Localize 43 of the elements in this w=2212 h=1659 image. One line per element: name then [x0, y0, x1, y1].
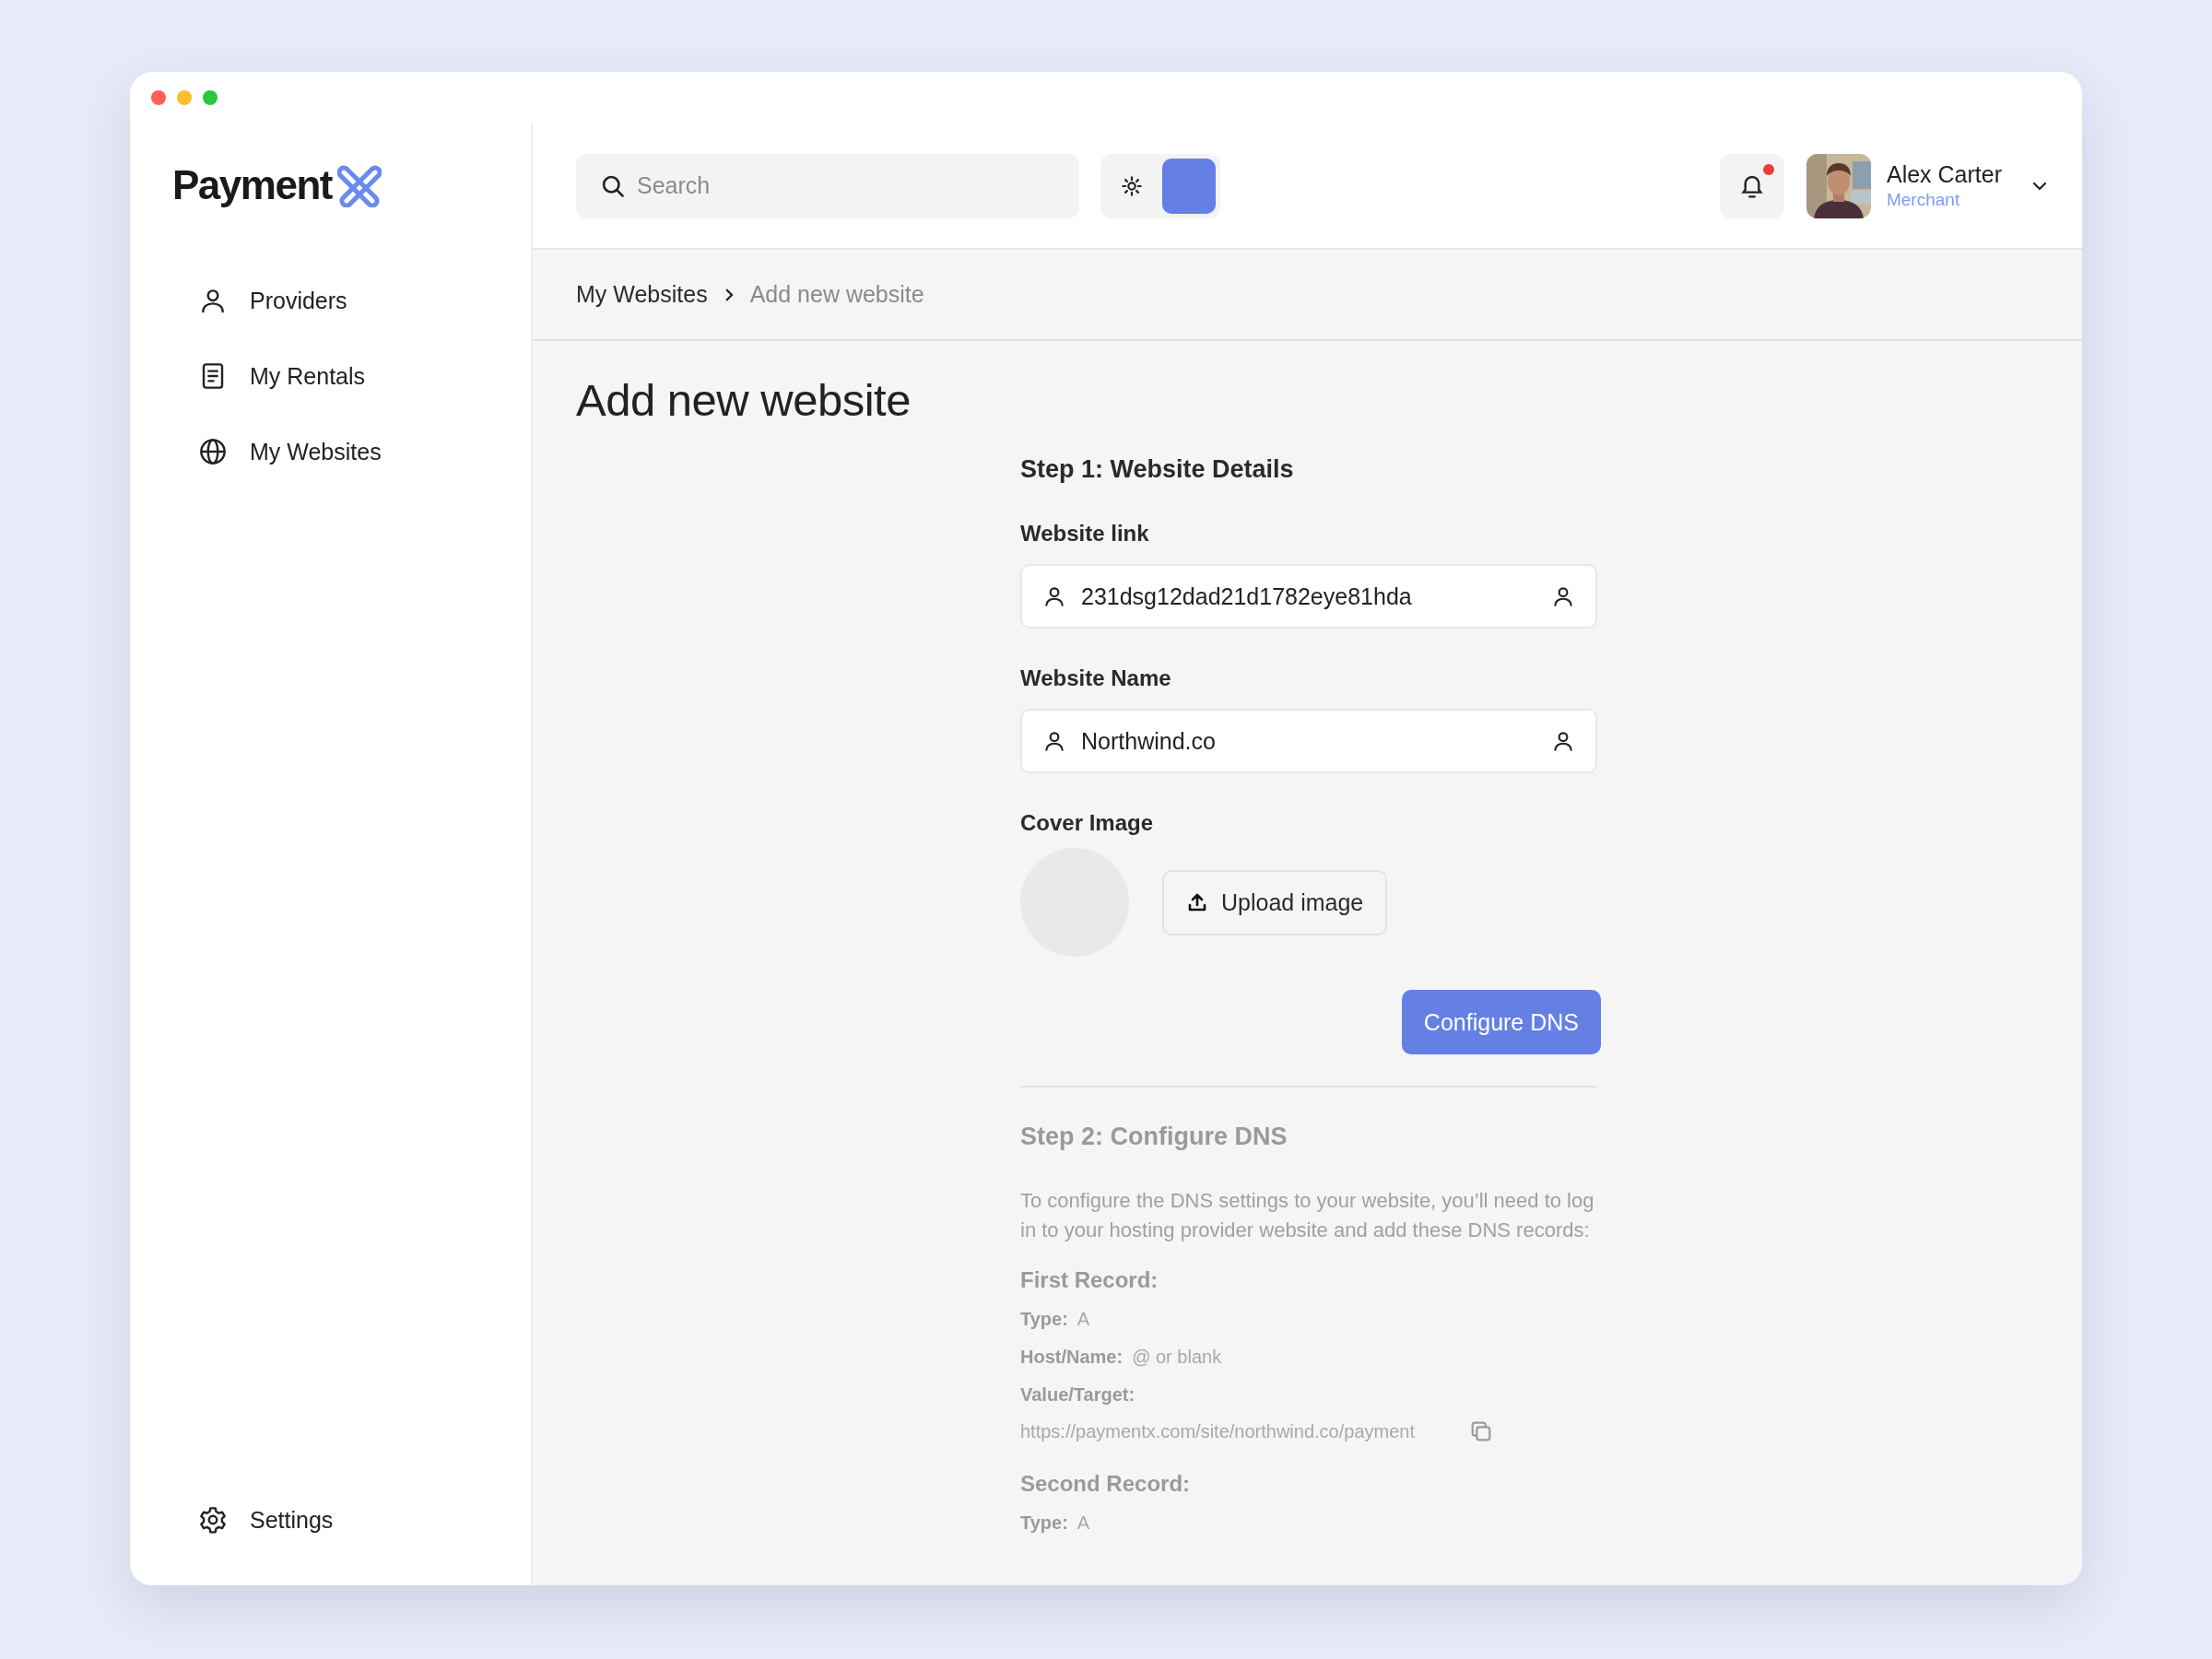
sidebar-item[interactable]: My Rentals: [198, 357, 531, 395]
globe-icon: [198, 437, 228, 466]
person-icon: [1042, 729, 1066, 753]
input-field[interactable]: Northwind.co: [1020, 709, 1597, 773]
sidebar-item[interactable]: Providers: [198, 281, 531, 320]
sidebar-item[interactable]: My Websites: [198, 432, 531, 471]
record-label: Host/Name:: [1020, 1347, 1124, 1368]
window-maximize-button[interactable]: [203, 90, 218, 105]
field-label: Cover Image: [1020, 810, 1155, 836]
window-minimize-button[interactable]: [177, 90, 192, 105]
instructions-text: To configure the DNS settings to your website, you’ll need to log in to your hosting provider website and add these DNS records:: [1020, 1188, 1595, 1243]
upload-icon: [1186, 891, 1208, 913]
step-title: Step 1: Website Details: [1020, 455, 1295, 484]
record-title: First Record:: [1020, 1267, 1159, 1293]
record-label: Value/Target:: [1020, 1383, 1136, 1406]
user-role: Merchant: [1886, 190, 1961, 210]
record-value: @ or blank: [1132, 1347, 1222, 1368]
record-value: https://paymentx.com/site/northwind.co/payment: [1020, 1420, 1415, 1442]
record-title: Second Record:: [1020, 1471, 1192, 1497]
logo-text: Payment: [172, 162, 332, 208]
record-label: Type:: [1020, 1309, 1068, 1330]
logo-icon: [336, 163, 382, 207]
record-value: A: [1077, 1512, 1090, 1534]
person-icon: [1551, 729, 1575, 753]
step-title: Step 2: Configure DNS: [1020, 1123, 1288, 1151]
person-icon: [1551, 584, 1575, 608]
settings-icon: [198, 1505, 228, 1535]
sun-icon: [1122, 175, 1142, 196]
configure-dns-button[interactable]: Configure DNS: [1401, 990, 1601, 1054]
record-value: A: [1077, 1309, 1090, 1330]
page-title: Add new website: [576, 374, 912, 426]
breadcrumb-link[interactable]: My Websites: [576, 281, 708, 308]
input-field[interactable]: 231dsg12dad21d1782eye81hda: [1020, 564, 1597, 629]
settings-link[interactable]: Settings: [172, 1500, 531, 1539]
user-name: Alex Carter: [1886, 161, 2002, 188]
search-field[interactable]: Search: [576, 153, 1079, 218]
field-label: Website Name: [1020, 665, 1172, 691]
field-label: Website link: [1020, 521, 1150, 547]
person-icon: [1042, 584, 1066, 608]
notifications-button[interactable]: [1719, 153, 1784, 218]
upload-button[interactable]: Upload image: [1162, 869, 1388, 935]
record-label: Type:: [1020, 1512, 1068, 1534]
window-close-button[interactable]: [151, 90, 166, 105]
